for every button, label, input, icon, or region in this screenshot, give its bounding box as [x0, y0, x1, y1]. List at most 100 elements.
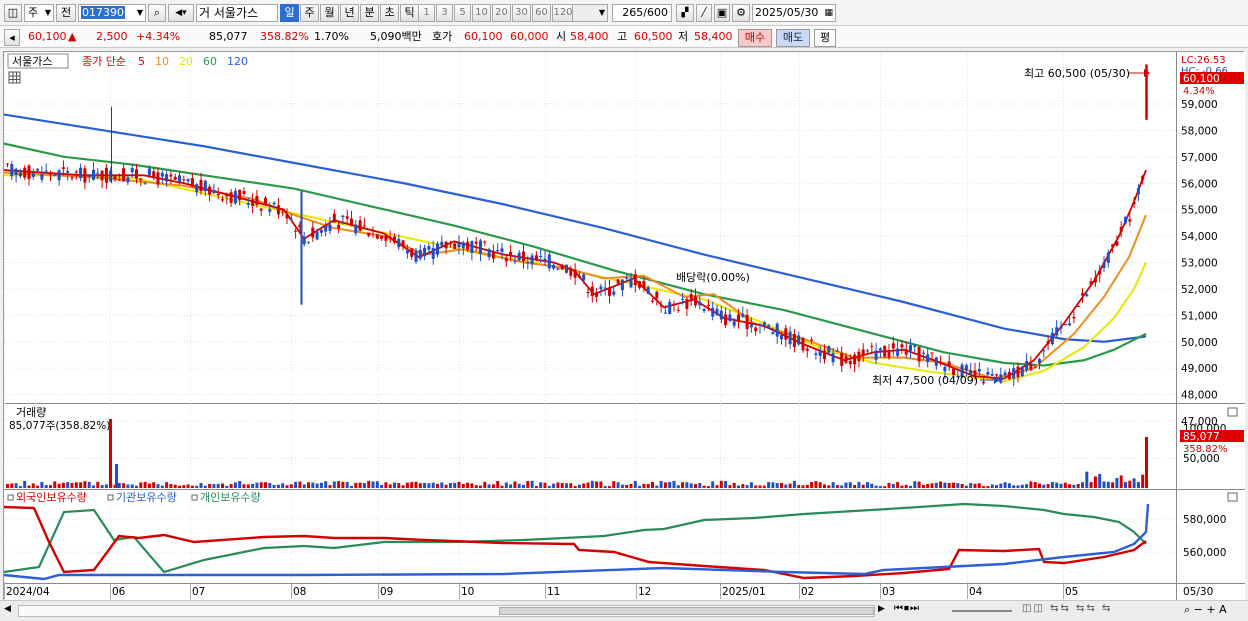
tool-icons[interactable]: ◫◫ ⇆⇆ ⇆⇆ ⇆: [1022, 603, 1182, 619]
volume-bar: [831, 482, 835, 488]
volume-bar: [70, 483, 74, 488]
candle-body: [668, 301, 672, 314]
volume-bar: [896, 482, 900, 488]
volume-bar: [23, 480, 27, 488]
volume-bar: [534, 485, 538, 488]
stock-code-input[interactable]: 017390 ▼: [78, 4, 146, 22]
candle-body: [324, 225, 328, 232]
scroll-thumb[interactable]: [499, 607, 874, 615]
volume-bar: [904, 484, 908, 488]
candle-body: [909, 345, 912, 351]
scroll-left-icon[interactable]: ◀: [4, 604, 16, 618]
sound-icon[interactable]: ◀▾: [168, 4, 194, 22]
period-tab-4[interactable]: 분: [360, 4, 379, 22]
candle-body: [745, 314, 749, 330]
period-tab-0[interactable]: 일: [280, 4, 299, 22]
market-select[interactable]: 주 ▼: [24, 4, 54, 22]
tick-tab-30[interactable]: 30: [512, 4, 531, 22]
expand-icon[interactable]: ◂: [4, 29, 20, 46]
tick-tab-1[interactable]: 1: [418, 4, 435, 22]
candle-body: [496, 250, 500, 252]
candle-body: [848, 360, 852, 365]
volume-bar: [307, 482, 310, 488]
scroll-track[interactable]: [18, 605, 875, 617]
market-mode-button[interactable]: 전: [56, 4, 76, 22]
tick-dropdown[interactable]: ▼: [572, 4, 608, 22]
candle-body: [964, 365, 968, 371]
open-label: 시: [556, 30, 567, 43]
volume-bar: [1063, 482, 1067, 488]
candle-body: [23, 167, 27, 178]
save-icon[interactable]: ▣: [714, 4, 730, 22]
stock-chart[interactable]: 59,000 58,000 57,000 56,000 55,000 54,000 53,0…: [3, 52, 1245, 601]
scroll-right-icon[interactable]: ▶: [878, 604, 890, 618]
volume-close-icon: [1227, 407, 1238, 417]
legend-ma-20: 20: [179, 55, 193, 68]
candle-body: [625, 277, 629, 279]
period-tab-5[interactable]: 초: [380, 4, 399, 22]
tick-tab-20[interactable]: 20: [492, 4, 511, 22]
candle-body: [1029, 363, 1033, 370]
volume-bar: [1050, 481, 1054, 488]
draw-line-icon[interactable]: ╱: [696, 4, 712, 22]
dividend-annotation: 배당락(0.00%): [676, 271, 750, 284]
candle-body: [246, 203, 250, 205]
buy-button[interactable]: 매수: [738, 29, 772, 47]
candle-body: [384, 235, 388, 241]
candle-body: [418, 249, 422, 259]
volume-title: 거래량: [16, 406, 46, 419]
volume-bar: [169, 484, 173, 488]
layout-icon[interactable]: ◫: [4, 4, 22, 22]
tick-tab-60[interactable]: 60: [532, 4, 551, 22]
evaluate-button[interactable]: 평: [814, 29, 836, 47]
sell-button[interactable]: 매도: [776, 29, 810, 47]
volume-bar: [302, 484, 306, 488]
candle-body: [534, 255, 538, 260]
volume-bar: [229, 484, 233, 488]
candle-body: [874, 350, 878, 360]
chart-area[interactable]: 59,000 58,000 57,000 56,000 55,000 54,000 53,0…: [3, 51, 1245, 601]
period-tab-6[interactable]: 틱: [400, 4, 419, 22]
volume-bar: [711, 481, 715, 488]
zoom-controls[interactable]: ⌕ − + A: [1184, 603, 1244, 619]
holding-legend-box: [107, 494, 114, 501]
holding-legend-box: [7, 494, 14, 501]
volume-bar: [448, 483, 452, 488]
tick-tab-10[interactable]: 10: [472, 4, 491, 22]
candle-body: [737, 314, 740, 322]
volume-bar: [728, 485, 732, 488]
candle-body: [18, 172, 22, 177]
candle-body: [203, 180, 207, 192]
candle-body: [117, 179, 121, 181]
chart-type-icon[interactable]: ▞: [676, 4, 694, 22]
period-tab-1[interactable]: 주: [300, 4, 319, 22]
period-tab-2[interactable]: 월: [320, 4, 339, 22]
zoom-slider[interactable]: [952, 610, 1012, 612]
date-picker[interactable]: 2025/05/30 ▦: [752, 4, 836, 22]
candle-body: [990, 374, 994, 376]
price-tick-label: 51,000: [1181, 310, 1218, 322]
candle-body: [629, 278, 633, 288]
holding-title-1: 기관보유수량: [116, 491, 177, 504]
tick-tab-120[interactable]: 120: [552, 4, 574, 22]
volume-bar: [857, 481, 861, 488]
playback-controls[interactable]: ⏮⏹⏭: [894, 603, 950, 619]
stock-name-field[interactable]: 거 서울가스: [196, 4, 278, 22]
candle-body: [466, 241, 470, 250]
search-icon[interactable]: ⌕: [148, 4, 166, 22]
price-tick-label: 56,000: [1181, 178, 1218, 190]
period-tab-3[interactable]: 년: [340, 4, 359, 22]
volume-bar: [479, 485, 482, 488]
tick-tab-3[interactable]: 3: [436, 4, 453, 22]
price-tick-label: 59,000: [1181, 99, 1218, 111]
data-count-field[interactable]: 265/600: [612, 4, 672, 22]
volume-bar: [31, 483, 35, 488]
volume-bar: [973, 483, 977, 488]
tick-tab-5[interactable]: 5: [454, 4, 471, 22]
volume-bar: [160, 485, 164, 488]
candle-body: [982, 381, 986, 384]
candle-body: [1093, 277, 1097, 283]
candle-body: [840, 352, 844, 366]
gear-icon[interactable]: ⚙: [732, 4, 750, 22]
candle-body: [857, 351, 861, 362]
